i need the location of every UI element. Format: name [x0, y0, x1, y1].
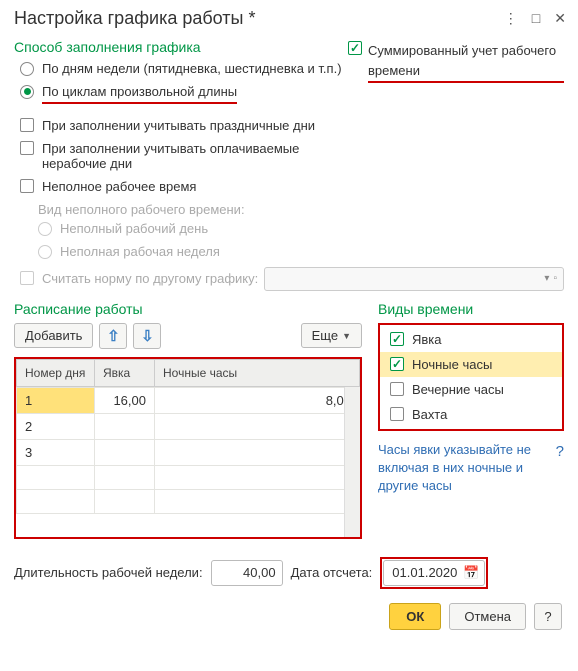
checkbox-icon: [390, 332, 404, 346]
week-duration-input[interactable]: 40,00: [211, 560, 283, 586]
table-row[interactable]: [17, 489, 360, 513]
ok-button[interactable]: ОК: [389, 603, 441, 630]
checkbox-icon: [390, 407, 404, 421]
maximize-icon[interactable]: □: [532, 10, 540, 27]
scrollbar[interactable]: [344, 387, 360, 537]
type-night[interactable]: Ночные часы: [380, 352, 562, 377]
radio-by-cycles[interactable]: По циклам произвольной длины: [20, 84, 348, 104]
more-button[interactable]: Еще ▼: [301, 323, 362, 348]
radio-by-weekdays[interactable]: По дням недели (пятидневка, шестидневка …: [20, 61, 348, 78]
table-row[interactable]: [17, 465, 360, 489]
help-icon[interactable]: ?: [556, 441, 564, 496]
window-title: Настройка графика работы *: [14, 8, 504, 29]
table-row[interactable]: 1 16,00 8,00: [17, 387, 360, 413]
date-label: Дата отсчета:: [291, 565, 373, 580]
week-duration-label: Длительность рабочей недели:: [14, 565, 203, 580]
radio-icon: [20, 62, 34, 76]
checkbox-icon: [20, 179, 34, 193]
chevron-down-icon: ▾: [542, 273, 551, 284]
parttime-type-label: Вид неполного рабочего времени:: [38, 202, 564, 217]
chk-paid-nonwork[interactable]: При заполнении учитывать оплачиваемые не…: [20, 141, 564, 171]
chk-other-schedule: Считать норму по другому графику:: [20, 271, 258, 286]
types-header: Виды времени: [378, 301, 564, 317]
arrow-down-icon: ⇩: [141, 327, 154, 345]
move-up-button[interactable]: ⇧: [99, 323, 127, 349]
col-attend[interactable]: Явка: [95, 359, 155, 386]
type-shift[interactable]: Вахта: [380, 402, 562, 427]
date-input[interactable]: 01.01.2020 📅: [383, 560, 484, 586]
add-button[interactable]: Добавить: [14, 323, 93, 348]
table-row[interactable]: 3: [17, 439, 360, 465]
radio-parttime-day: Неполный рабочий день: [38, 221, 564, 238]
hint-text: Часы явки указывайте не включая в них но…: [378, 441, 564, 496]
type-evening[interactable]: Вечерние часы: [380, 377, 562, 402]
schedule-header: Расписание работы: [14, 301, 362, 317]
calendar-icon[interactable]: 📅: [463, 565, 479, 581]
radio-icon: [38, 222, 52, 236]
checkbox-icon: [20, 118, 34, 132]
fill-method-header: Способ заполнения графика: [14, 39, 348, 55]
cancel-button[interactable]: Отмена: [449, 603, 526, 630]
chevron-down-icon: ▼: [342, 331, 351, 341]
chk-holidays[interactable]: При заполнении учитывать праздничные дни: [20, 118, 564, 133]
col-night[interactable]: Ночные часы: [155, 359, 360, 386]
menu-icon[interactable]: ⋮: [504, 10, 518, 27]
help-button[interactable]: ?: [534, 603, 562, 630]
col-day[interactable]: Номер дня: [17, 359, 95, 386]
checkbox-icon: [390, 382, 404, 396]
radio-parttime-week: Неполная рабочая неделя: [38, 244, 564, 261]
table-row[interactable]: 2: [17, 413, 360, 439]
move-down-button[interactable]: ⇩: [133, 323, 161, 349]
checkbox-icon: [20, 141, 34, 155]
chk-parttime[interactable]: Неполное рабочее время: [20, 179, 564, 194]
type-attend[interactable]: Явка: [380, 327, 562, 352]
checkbox-icon: [390, 357, 404, 371]
other-schedule-dropdown: ▾ ▫: [264, 267, 564, 291]
radio-icon: [20, 85, 34, 99]
open-icon: ▫: [551, 273, 559, 284]
checkbox-icon: [20, 271, 34, 285]
close-icon[interactable]: ✕: [554, 10, 566, 27]
arrow-up-icon: ⇧: [107, 327, 120, 345]
radio-icon: [38, 245, 52, 259]
checkbox-summary[interactable]: [348, 41, 362, 55]
